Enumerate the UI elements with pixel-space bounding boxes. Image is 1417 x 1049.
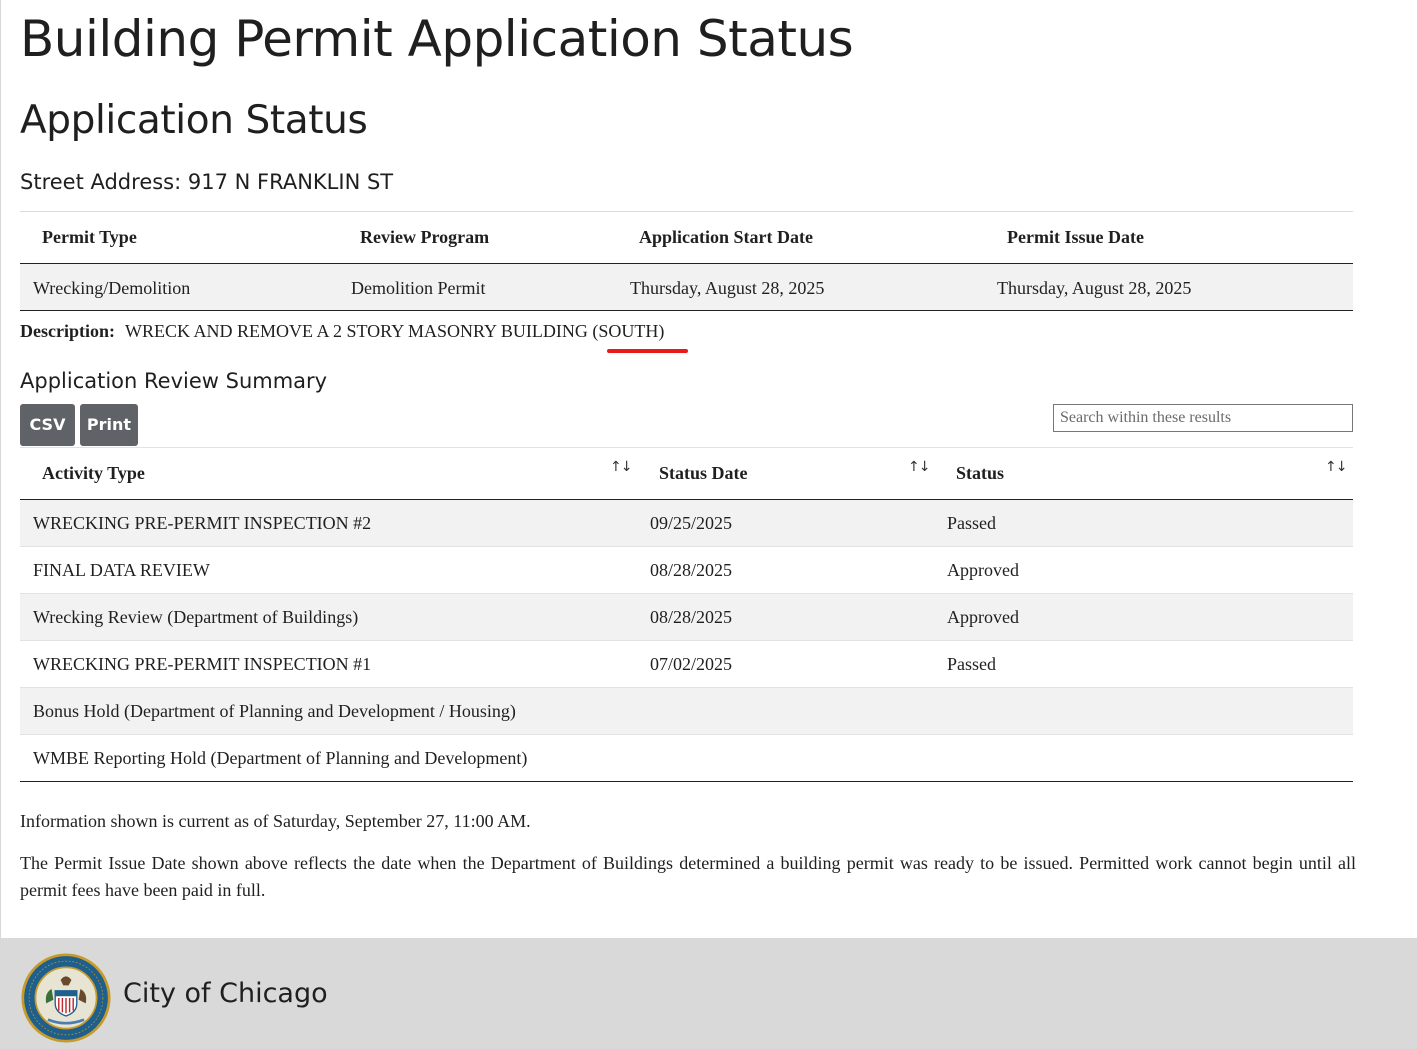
review-summary-title: Application Review Summary	[20, 369, 328, 393]
review-header-row: Activity Type ↑↓ Status Date ↑↓ Status ↑…	[20, 448, 1353, 500]
table-row: Bonus Hold (Department of Planning and D…	[20, 688, 1353, 735]
page-title: Building Permit Application Status	[20, 10, 854, 68]
summary-header-row: Permit Type Review Program Application S…	[20, 212, 1353, 264]
section-title: Application Status	[20, 98, 368, 143]
sort-icon[interactable]: ↑↓	[908, 459, 930, 475]
footer-city-name: City of Chicago	[123, 978, 328, 1009]
sort-icon[interactable]: ↑↓	[610, 459, 632, 475]
cell-permit-issue-date: Thursday, August 28, 2025	[997, 278, 1192, 298]
table-row: FINAL DATA REVIEW 08/28/2025 Approved	[20, 547, 1353, 594]
cell-application-start-date: Thursday, August 28, 2025	[630, 278, 825, 298]
header-application-start-date: Application Start Date	[639, 227, 813, 247]
table-row: WRECKING PRE-PERMIT INSPECTION #1 07/02/2…	[20, 641, 1353, 688]
permit-summary-table: Permit Type Review Program Application S…	[20, 212, 1353, 311]
highlight-underline	[607, 349, 688, 353]
header-permit-type: Permit Type	[42, 227, 137, 247]
cell-activity-type: WRECKING PRE-PERMIT INSPECTION #1	[33, 654, 372, 674]
cell-status: Approved	[947, 607, 1019, 627]
header-review-program: Review Program	[360, 227, 490, 247]
description-label: Description:	[20, 321, 115, 341]
permit-issue-note: The Permit Issue Date shown above reflec…	[20, 853, 1356, 900]
cell-review-program: Demolition Permit	[351, 278, 486, 298]
cell-status: Passed	[947, 654, 996, 674]
cell-activity-type: Bonus Hold (Department of Planning and D…	[33, 701, 516, 721]
cell-status: Approved	[947, 560, 1019, 580]
header-activity-type[interactable]: Activity Type	[42, 463, 145, 484]
city-seal-icon	[21, 953, 111, 1043]
description-text: WRECK AND REMOVE A 2 STORY MASONRY BUILD…	[124, 321, 665, 341]
cell-status-date: 08/28/2025	[650, 607, 733, 627]
footer: City of Chicago	[1, 938, 1417, 1049]
cell-status: Passed	[947, 513, 996, 533]
cell-activity-type: FINAL DATA REVIEW	[33, 560, 210, 580]
header-status[interactable]: Status	[956, 463, 1004, 484]
cell-activity-type: Wrecking Review (Department of Buildings…	[33, 607, 359, 627]
description: Description: WRECK AND REMOVE A 2 STORY M…	[20, 321, 664, 342]
current-as-of-note: Information shown is current as of Satur…	[20, 811, 531, 831]
print-button[interactable]: Print	[80, 404, 138, 446]
cell-status-date: 07/02/2025	[650, 654, 733, 674]
header-status-date[interactable]: Status Date	[659, 463, 748, 484]
header-permit-issue-date: Permit Issue Date	[1007, 227, 1144, 247]
cell-status-date: 08/28/2025	[650, 560, 733, 580]
street-address: Street Address: 917 N FRANKLIN ST	[20, 170, 394, 194]
review-table: Activity Type ↑↓ Status Date ↑↓ Status ↑…	[20, 448, 1353, 782]
search-input[interactable]	[1053, 404, 1353, 432]
csv-button[interactable]: CSV	[20, 404, 75, 446]
table-row: Wrecking Review (Department of Buildings…	[20, 594, 1353, 641]
cell-activity-type: WMBE Reporting Hold (Department of Plann…	[33, 748, 528, 768]
table-row: WRECKING PRE-PERMIT INSPECTION #2 09/25/2…	[20, 500, 1353, 547]
cell-permit-type: Wrecking/Demolition	[33, 278, 191, 298]
table-row: WMBE Reporting Hold (Department of Plann…	[20, 735, 1353, 782]
cell-activity-type: WRECKING PRE-PERMIT INSPECTION #2	[33, 513, 372, 533]
sort-icon[interactable]: ↑↓	[1325, 459, 1347, 475]
summary-data-row: Wrecking/Demolition Demolition Permit Th…	[20, 264, 1353, 311]
cell-status-date: 09/25/2025	[650, 513, 733, 533]
